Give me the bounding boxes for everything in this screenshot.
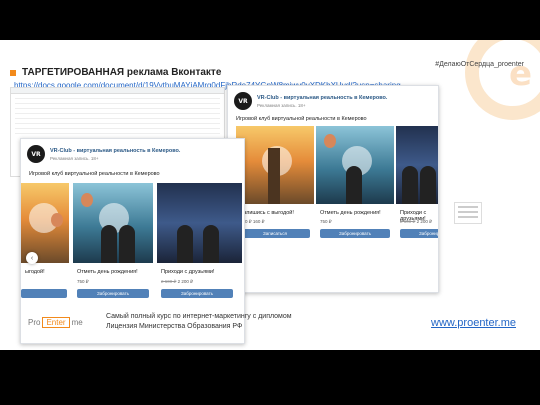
carousel-photo-players[interactable]	[396, 126, 438, 204]
book-button[interactable]: Забронировать	[400, 229, 438, 238]
item-caption: ыгодой!	[25, 269, 45, 275]
group-name[interactable]: VR-Club - виртуальная реальность в Кемер…	[257, 95, 387, 101]
slide-title: ТАРГЕТИРОВАННАЯ реклама Вконтакте	[22, 67, 222, 78]
ad-meta: Рекламная запись. 18+	[257, 102, 306, 108]
ad-card-back: VR VR-Club - виртуальная реальность в Ке…	[227, 85, 439, 293]
website-link[interactable]: www.proenter.me	[431, 317, 516, 329]
book-button[interactable]: Забронировать	[320, 229, 390, 238]
vr-logo-icon: VR	[27, 145, 45, 163]
item-price: 750 ₽	[77, 279, 89, 284]
slide: e #ДелаюОтСердца_proenter ТАРГЕТИРОВАННА…	[0, 40, 540, 350]
item-caption: Приходи с друзьями!	[161, 269, 215, 275]
book-button[interactable]	[21, 289, 67, 298]
carousel-photo-tower[interactable]	[21, 183, 69, 263]
signup-button[interactable]: Записаться	[240, 229, 310, 238]
decor-e-logo: e	[508, 54, 532, 94]
ad-description: Игровой клуб виртуальной реальности в Ке…	[236, 116, 367, 122]
item-price: 750 ₽	[320, 219, 332, 224]
carousel-photo-players[interactable]	[157, 183, 242, 263]
proenter-logo: Pro Enter me	[28, 317, 83, 328]
hashtag: #ДелаюОтСердца_proenter	[435, 61, 524, 68]
item-price: 2 600 ₽ 2 200 ₽	[161, 279, 194, 284]
item-caption: Отметь день рождения!	[320, 210, 381, 216]
vr-logo-icon: VR	[234, 92, 252, 110]
carousel-photo-tower[interactable]	[236, 126, 314, 204]
ad-header: VR VR-Club - виртуальная реальность в Ке…	[234, 92, 387, 110]
ad-meta: Рекламная запись. 18+	[50, 155, 99, 161]
carousel-photo-balloons[interactable]	[73, 183, 153, 263]
course-tagline: Самый полный курс по интернет-маркетингу…	[106, 313, 292, 320]
group-name[interactable]: VR-Club - виртуальная реальность в Кемер…	[50, 148, 180, 154]
book-button[interactable]: Забронировать	[161, 289, 233, 298]
license-text: Лицензия Министерства Образования РФ	[106, 323, 243, 330]
title-bullet-icon	[10, 70, 16, 76]
carousel-prev-arrow-icon[interactable]: ‹	[26, 252, 38, 264]
ad-description: Игровой клуб виртуальной реальности в Ке…	[29, 171, 160, 177]
item-caption: Запишись с выгодой!	[240, 210, 294, 216]
course-info: Самый полный курс по интернет-маркетингу…	[106, 312, 292, 332]
item-caption: Отметь день рождения!	[77, 269, 138, 275]
item-price: 2 600 ₽ 2 200 ₽	[400, 219, 433, 224]
carousel-photo-balloons[interactable]	[316, 126, 394, 204]
ad-header: VR VR-Club - виртуальная реальность в Ке…	[27, 145, 180, 163]
mini-document-preview	[454, 202, 482, 224]
book-button[interactable]: Забронировать	[77, 289, 149, 298]
